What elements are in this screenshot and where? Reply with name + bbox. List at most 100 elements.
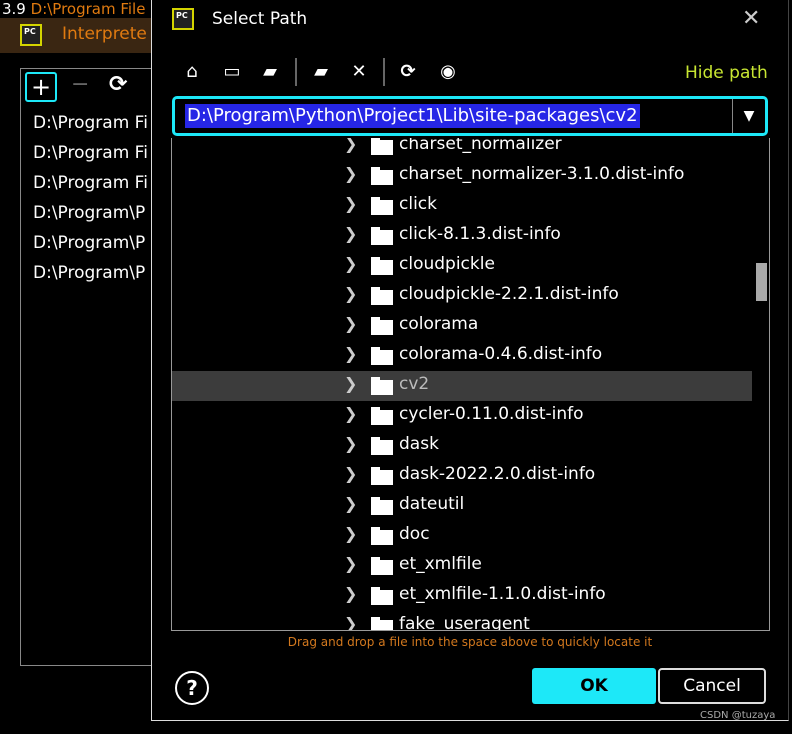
- chevron-right-icon[interactable]: ❯: [344, 494, 357, 513]
- chevron-right-icon[interactable]: ❯: [344, 224, 357, 243]
- ok-button[interactable]: OK: [532, 668, 656, 704]
- tree-row[interactable]: ❯ click-8.1.3.dist-info: [172, 221, 752, 251]
- refresh-icon[interactable]: ⟳: [396, 61, 420, 82]
- tree-row-label: cloudpickle: [399, 254, 495, 274]
- tree-row-label: charset_normalizer: [399, 138, 562, 154]
- tree-row-label: click-8.1.3.dist-info: [399, 224, 561, 244]
- folder-icon: [371, 227, 393, 245]
- refresh-icon[interactable]: ⟳: [109, 72, 127, 97]
- chevron-right-icon[interactable]: ❯: [344, 434, 357, 453]
- chevron-right-icon[interactable]: ❯: [344, 344, 357, 363]
- path-input[interactable]: D:\Program\Python\Project1\Lib\site-pack…: [172, 96, 768, 136]
- tree-row[interactable]: ❯ fake_useragent: [172, 611, 752, 630]
- tree-row[interactable]: ❯ cv2: [172, 371, 752, 401]
- chevron-right-icon[interactable]: ❯: [344, 614, 357, 630]
- watermark: CSDN @tuzaya: [700, 710, 776, 721]
- toolbar-divider: [295, 58, 297, 86]
- tree-row[interactable]: ❯ cloudpickle-2.2.1.dist-info: [172, 281, 752, 311]
- folder-icon: [371, 377, 393, 395]
- tree-row[interactable]: ❯ dask-2022.2.0.dist-info: [172, 461, 752, 491]
- tree-row-label: colorama-0.4.6.dist-info: [399, 344, 603, 364]
- folder-icon: [371, 527, 393, 545]
- tree-row-label: cv2: [399, 374, 430, 394]
- chevron-right-icon[interactable]: ❯: [344, 464, 357, 483]
- tree-row[interactable]: ❯ cloudpickle: [172, 251, 752, 281]
- add-path-button[interactable]: +: [25, 72, 57, 102]
- chevron-right-icon[interactable]: ❯: [344, 374, 357, 393]
- path-list-item[interactable]: D:\Program Fi: [33, 143, 148, 163]
- chevron-right-icon[interactable]: ❯: [344, 164, 357, 183]
- tree-row-label: et_xmlfile: [399, 554, 482, 574]
- tree-row[interactable]: ❯ dateutil: [172, 491, 752, 521]
- background-window-title: 3.9 D:\Program File: [2, 0, 145, 18]
- folder-icon: [371, 167, 393, 185]
- chevron-right-icon[interactable]: ❯: [344, 584, 357, 603]
- path-input-value[interactable]: D:\Program\Python\Project1\Lib\site-pack…: [185, 104, 640, 128]
- scrollbar-thumb[interactable]: [756, 263, 767, 301]
- tree-row[interactable]: ❯ colorama-0.4.6.dist-info: [172, 341, 752, 371]
- folder-icon: [371, 138, 393, 155]
- tree-row-label: et_xmlfile-1.1.0.dist-info: [399, 584, 606, 604]
- chevron-right-icon[interactable]: ❯: [344, 254, 357, 273]
- folder-icon: [371, 467, 393, 485]
- chevron-right-icon[interactable]: ❯: [344, 554, 357, 573]
- select-path-dialog: PC Select Path ✕ ⌂ ▭ ▰ ▰ ✕ ⟳ ◉ Hide path…: [151, 0, 789, 721]
- tree-row[interactable]: ❯ colorama: [172, 311, 752, 341]
- tree-row[interactable]: ❯ click: [172, 191, 752, 221]
- path-list-item[interactable]: D:\Program\P: [33, 203, 145, 223]
- folder-icon: [371, 197, 393, 215]
- help-button[interactable]: ?: [175, 671, 209, 705]
- tree-row[interactable]: ❯ et_xmlfile-1.1.0.dist-info: [172, 581, 752, 611]
- chevron-right-icon[interactable]: ❯: [344, 284, 357, 303]
- folder-icon: [371, 587, 393, 605]
- cancel-button[interactable]: Cancel: [658, 668, 766, 704]
- chevron-down-icon[interactable]: ▼: [732, 99, 765, 133]
- tree-row[interactable]: ❯ et_xmlfile: [172, 551, 752, 581]
- delete-icon[interactable]: ✕: [347, 61, 371, 82]
- show-hidden-icon[interactable]: ◉: [436, 61, 460, 82]
- folder-icon: [371, 257, 393, 275]
- folder-icon: [371, 347, 393, 365]
- toolbar-divider: [383, 58, 385, 86]
- tree-row[interactable]: ❯ charset_normalizer-3.1.0.dist-info: [172, 161, 752, 191]
- tree-row[interactable]: ❯ dask: [172, 431, 752, 461]
- path-list-item[interactable]: D:\Program Fi: [33, 113, 148, 133]
- close-icon[interactable]: ✕: [742, 6, 760, 31]
- folder-icon: [371, 407, 393, 425]
- tree-row[interactable]: ❯ doc: [172, 521, 752, 551]
- folder-icon: [371, 437, 393, 455]
- folder-icon: [371, 557, 393, 575]
- chevron-right-icon[interactable]: ❯: [344, 314, 357, 333]
- python-version: 3.9: [2, 0, 26, 18]
- chevron-right-icon[interactable]: ❯: [344, 404, 357, 423]
- path-list-item[interactable]: D:\Program\P: [33, 233, 145, 253]
- background-dialog-title: Interprete: [62, 24, 147, 44]
- tree-row-label: doc: [399, 524, 430, 544]
- tree-row-label: click: [399, 194, 437, 214]
- pycharm-logo-icon: PC: [20, 24, 42, 46]
- chevron-right-icon[interactable]: ❯: [344, 524, 357, 543]
- path-list-item[interactable]: D:\Program Fi: [33, 173, 148, 193]
- background-dialog-header: PC Interprete: [0, 18, 151, 53]
- remove-path-button[interactable]: −: [71, 72, 89, 97]
- interpreter-path: D:\Program File: [30, 0, 146, 18]
- home-icon[interactable]: ⌂: [180, 61, 204, 82]
- desktop-icon[interactable]: ▭: [220, 61, 244, 82]
- tree-row-label: charset_normalizer-3.1.0.dist-info: [399, 164, 685, 184]
- project-folder-icon[interactable]: ▰: [258, 61, 282, 82]
- path-list-item[interactable]: D:\Program\P: [33, 263, 145, 283]
- chevron-right-icon[interactable]: ❯: [344, 194, 357, 213]
- folder-icon: [371, 617, 393, 630]
- folder-icon: [371, 497, 393, 515]
- tree-row-label: cloudpickle-2.2.1.dist-info: [399, 284, 619, 304]
- interpreter-paths-panel: + − ⟳ D:\Program Fi D:\Program Fi D:\Pro…: [20, 68, 160, 666]
- file-tree[interactable]: ❯ charset_normalizer ❯ charset_normalizer-3…: [171, 138, 770, 631]
- tree-row[interactable]: ❯ cycler-0.11.0.dist-info: [172, 401, 752, 431]
- dialog-title: Select Path: [212, 9, 308, 29]
- tree-row[interactable]: ❯ charset_normalizer: [172, 138, 752, 161]
- new-folder-icon[interactable]: ▰: [309, 61, 333, 82]
- drag-drop-hint: Drag and drop a file into the space abov…: [287, 635, 653, 649]
- tree-row-label: dateutil: [399, 494, 465, 514]
- chevron-right-icon[interactable]: ❯: [344, 138, 357, 153]
- hide-path-link[interactable]: Hide path: [685, 63, 768, 83]
